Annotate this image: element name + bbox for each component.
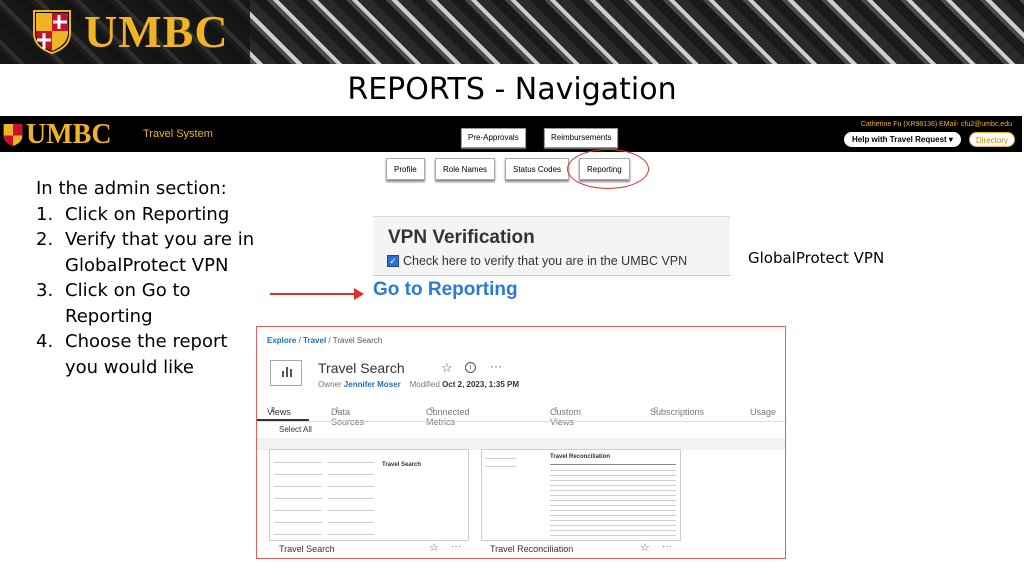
arrow-right-icon-head xyxy=(354,288,364,300)
tab-count: 1 xyxy=(554,407,558,414)
instruction-step: 3. Click on Go to Reporting xyxy=(36,278,256,329)
breadcrumb: Explore / Travel / Travel Search xyxy=(267,336,382,345)
tab-count: 2 xyxy=(271,407,275,414)
workbook-title: Travel Search xyxy=(318,360,405,376)
view-name[interactable]: Travel Reconciliation xyxy=(490,544,573,554)
star-icon[interactable]: ☆ xyxy=(441,360,453,376)
view-thumbnail-travel-search[interactable]: Travel Search xyxy=(269,449,469,541)
step-number: 1. xyxy=(36,203,54,225)
user-info: Catherine Fu (XR98136) EMail- cfu2@umbc.… xyxy=(860,121,1012,128)
go-to-reporting-link[interactable]: Go to Reporting xyxy=(373,279,518,301)
vpn-title: VPN Verification xyxy=(388,227,535,248)
tableau-workbook-frame: Explore / Travel / Travel Search Travel … xyxy=(256,326,786,559)
more-icon[interactable]: ··· xyxy=(662,541,672,552)
workbook-tabs: Views 2 Data Sources 1 Connected Metrics 0 … xyxy=(267,407,785,427)
star-icon[interactable]: ☆ xyxy=(640,541,650,554)
admin-role-names-button[interactable]: Role Names xyxy=(435,158,496,180)
directory-button[interactable]: Directory xyxy=(969,132,1016,147)
breadcrumb-separator: / xyxy=(328,336,331,345)
instruction-step: 1. Click on Reporting xyxy=(36,202,256,228)
breadcrumb-travel[interactable]: Travel xyxy=(303,336,326,345)
step-text: Verify that you are in GlobalProtect VPN xyxy=(65,229,255,276)
more-icon[interactable]: ··· xyxy=(490,359,502,373)
owner-label: Owner xyxy=(318,380,342,389)
step-text: Click on Go to Reporting xyxy=(65,280,191,327)
info-icon[interactable]: i xyxy=(465,362,476,373)
nav-reimbursements-button[interactable]: Reimbursements xyxy=(544,128,619,148)
admin-profile-button[interactable]: Profile xyxy=(386,158,425,180)
thumbnail-title: Travel Reconciliation xyxy=(550,454,611,460)
checkbox-icon: ✓ xyxy=(389,256,397,266)
top-banner: UMBC xyxy=(0,0,1024,64)
arrow-right-icon xyxy=(270,293,356,295)
owner-name[interactable]: Jennifer Moser xyxy=(344,380,401,389)
reporting-highlight-circle xyxy=(567,149,649,189)
thumbnail-title: Travel Search xyxy=(382,462,422,468)
select-all-button[interactable]: Select All xyxy=(279,425,312,434)
instructions-heading: In the admin section: xyxy=(36,178,227,199)
breadcrumb-explore[interactable]: Explore xyxy=(267,336,296,345)
tab-count: 1 xyxy=(335,407,339,414)
star-icon[interactable]: ☆ xyxy=(429,541,439,554)
step-text: Click on Reporting xyxy=(65,203,230,225)
slide-title: REPORTS - Navigation xyxy=(347,72,677,107)
nav-pre-approvals-button[interactable]: Pre-Approvals xyxy=(461,128,526,148)
instructions: In the admin section: 1. Click on Reporti… xyxy=(36,176,256,380)
workbook-meta: Owner Jennifer Moser Modified Oct 2, 202… xyxy=(318,380,519,389)
globalprotect-note: GlobalProtect VPN xyxy=(748,249,885,267)
banner-logo-text: UMBC xyxy=(84,6,229,57)
vpn-verification-box: VPN Verification ✓ Check here to verify … xyxy=(373,216,730,276)
step-number: 4. xyxy=(36,331,54,352)
tab-divider xyxy=(257,421,785,422)
umbc-shield-icon xyxy=(33,10,71,55)
vpn-verification-panel: VPN Verification ✓ Check here to verify … xyxy=(373,216,730,306)
admin-status-codes-button[interactable]: Status Codes xyxy=(505,158,570,180)
view-name[interactable]: Travel Search xyxy=(279,544,335,554)
breadcrumb-separator: / xyxy=(298,336,301,345)
bar-chart-icon xyxy=(270,360,302,386)
tab-count: 0 xyxy=(430,407,434,414)
instructions-list: 1. Click on Reporting 2. Verify that you a… xyxy=(36,202,256,381)
view-thumbnail-travel-reconciliation[interactable]: Travel Reconciliation xyxy=(481,449,681,541)
vpn-checkbox-label: Check here to verify that you are in the… xyxy=(403,254,688,268)
tab-label: Subscriptions xyxy=(650,407,705,417)
step-number: 2. xyxy=(36,229,54,250)
help-travel-request-dropdown[interactable]: Help with Travel Request ▾ xyxy=(844,132,961,147)
tab-label: Usage xyxy=(750,407,777,417)
breadcrumb-current: Travel Search xyxy=(332,336,383,345)
umbc-shield-icon xyxy=(3,124,23,146)
travel-system-header: UMBC Travel System Pre-Approvals Reimbur… xyxy=(0,116,1022,152)
modified-label: Modified xyxy=(409,380,440,389)
step-text: Choose the report you would like xyxy=(65,331,228,378)
step-number: 3. xyxy=(36,280,54,301)
instruction-step: 2. Verify that you are in GlobalProtect V… xyxy=(36,227,256,278)
vpn-checkbox[interactable]: ✓ xyxy=(387,255,399,267)
modified-date: Oct 2, 2023, 1:35 PM xyxy=(442,380,520,389)
travel-system-logo: UMBC xyxy=(26,119,112,150)
travel-system-subtitle: Travel System xyxy=(143,128,213,140)
more-icon[interactable]: ··· xyxy=(451,541,461,552)
instruction-step: 4. Choose the report you would like xyxy=(36,329,256,380)
tab-count: 0 xyxy=(654,407,658,414)
